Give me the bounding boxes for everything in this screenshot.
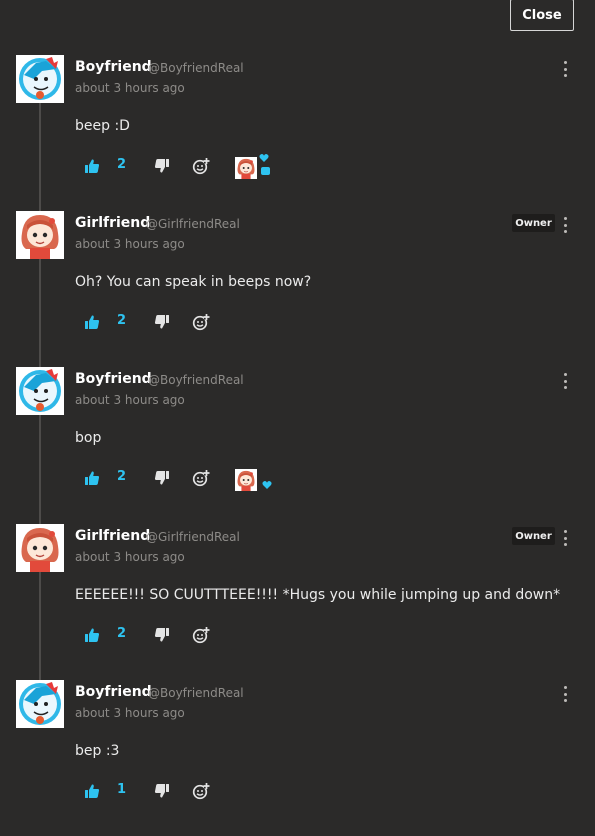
dislike-icon[interactable] [154,158,170,174]
like-count: 1 [117,782,127,797]
like-count: 2 [117,626,127,641]
like-count: 2 [117,157,127,172]
dislike-icon[interactable] [154,314,170,330]
comment: Boyfriend @BoyfriendReal about 3 hours a… [0,680,595,836]
add-reaction-icon[interactable] [192,782,210,800]
girlfriend-avatar[interactable] [16,524,64,572]
comment-actions: 2 [84,465,284,491]
heart-icon [259,153,269,163]
author-name[interactable]: Boyfriend [75,59,152,75]
add-reaction-icon[interactable] [192,626,210,644]
reaction-avatar[interactable] [235,465,261,491]
author-name[interactable]: Boyfriend [75,371,152,387]
comment-actions: 1 [84,778,284,804]
author-handle: @BoyfriendReal [148,373,244,387]
girlfriend-avatar [235,157,257,179]
owner-badge: Owner [512,214,555,232]
timestamp[interactable]: about 3 hours ago [75,706,185,720]
girlfriend-avatar[interactable] [16,211,64,259]
author-name[interactable]: Girlfriend [75,215,150,231]
comment-actions: 2 [84,309,284,335]
reaction-avatar[interactable] [235,153,270,179]
timestamp[interactable]: about 3 hours ago [75,81,185,95]
owner-badge: Owner [512,527,555,545]
more-options-icon[interactable] [560,530,570,546]
like-count: 2 [117,469,127,484]
add-reaction-icon[interactable] [192,313,210,331]
comment-text: bop [75,430,102,446]
like-icon[interactable] [84,158,100,174]
boyfriend-avatar[interactable] [16,680,64,728]
add-reaction-icon[interactable] [192,469,210,487]
like-icon[interactable] [84,470,100,486]
more-options-icon[interactable] [560,61,570,77]
author-handle: @GirlfriendReal [146,217,240,231]
comment-text: Oh? You can speak in beeps now? [75,274,312,290]
dislike-icon[interactable] [154,627,170,643]
dislike-icon[interactable] [154,783,170,799]
heart-icon [262,480,272,490]
comment-text: beep :D [75,118,130,134]
close-button[interactable]: Close [510,0,574,31]
comment-text: EEEEEE!!! SO CUUTTTEEE!!!! *Hugs you whi… [75,587,561,603]
author-name[interactable]: Boyfriend [75,684,152,700]
comment-actions: 2 [84,153,284,179]
comment: Girlfriend @GirlfriendReal about 3 hours… [0,524,595,680]
comment: Boyfriend @BoyfriendReal about 3 hours a… [0,55,595,211]
boyfriend-avatar[interactable] [16,367,64,415]
comment: Boyfriend @BoyfriendReal about 3 hours a… [0,367,595,523]
like-count: 2 [117,313,127,328]
like-icon[interactable] [84,783,100,799]
more-options-icon[interactable] [560,373,570,389]
comment-text: bep :3 [75,743,120,759]
girlfriend-avatar [235,469,257,491]
like-icon[interactable] [84,314,100,330]
reply-bubble-icon [261,167,270,175]
comment: Girlfriend @GirlfriendReal about 3 hours… [0,211,595,367]
add-reaction-icon[interactable] [192,157,210,175]
author-handle: @BoyfriendReal [148,61,244,75]
author-handle: @GirlfriendReal [146,530,240,544]
timestamp[interactable]: about 3 hours ago [75,237,185,251]
comment-actions: 2 [84,622,284,648]
more-options-icon[interactable] [560,686,570,702]
dislike-icon[interactable] [154,470,170,486]
like-icon[interactable] [84,627,100,643]
more-options-icon[interactable] [560,217,570,233]
timestamp[interactable]: about 3 hours ago [75,550,185,564]
boyfriend-avatar[interactable] [16,55,64,103]
timestamp[interactable]: about 3 hours ago [75,393,185,407]
author-handle: @BoyfriendReal [148,686,244,700]
author-name[interactable]: Girlfriend [75,528,150,544]
